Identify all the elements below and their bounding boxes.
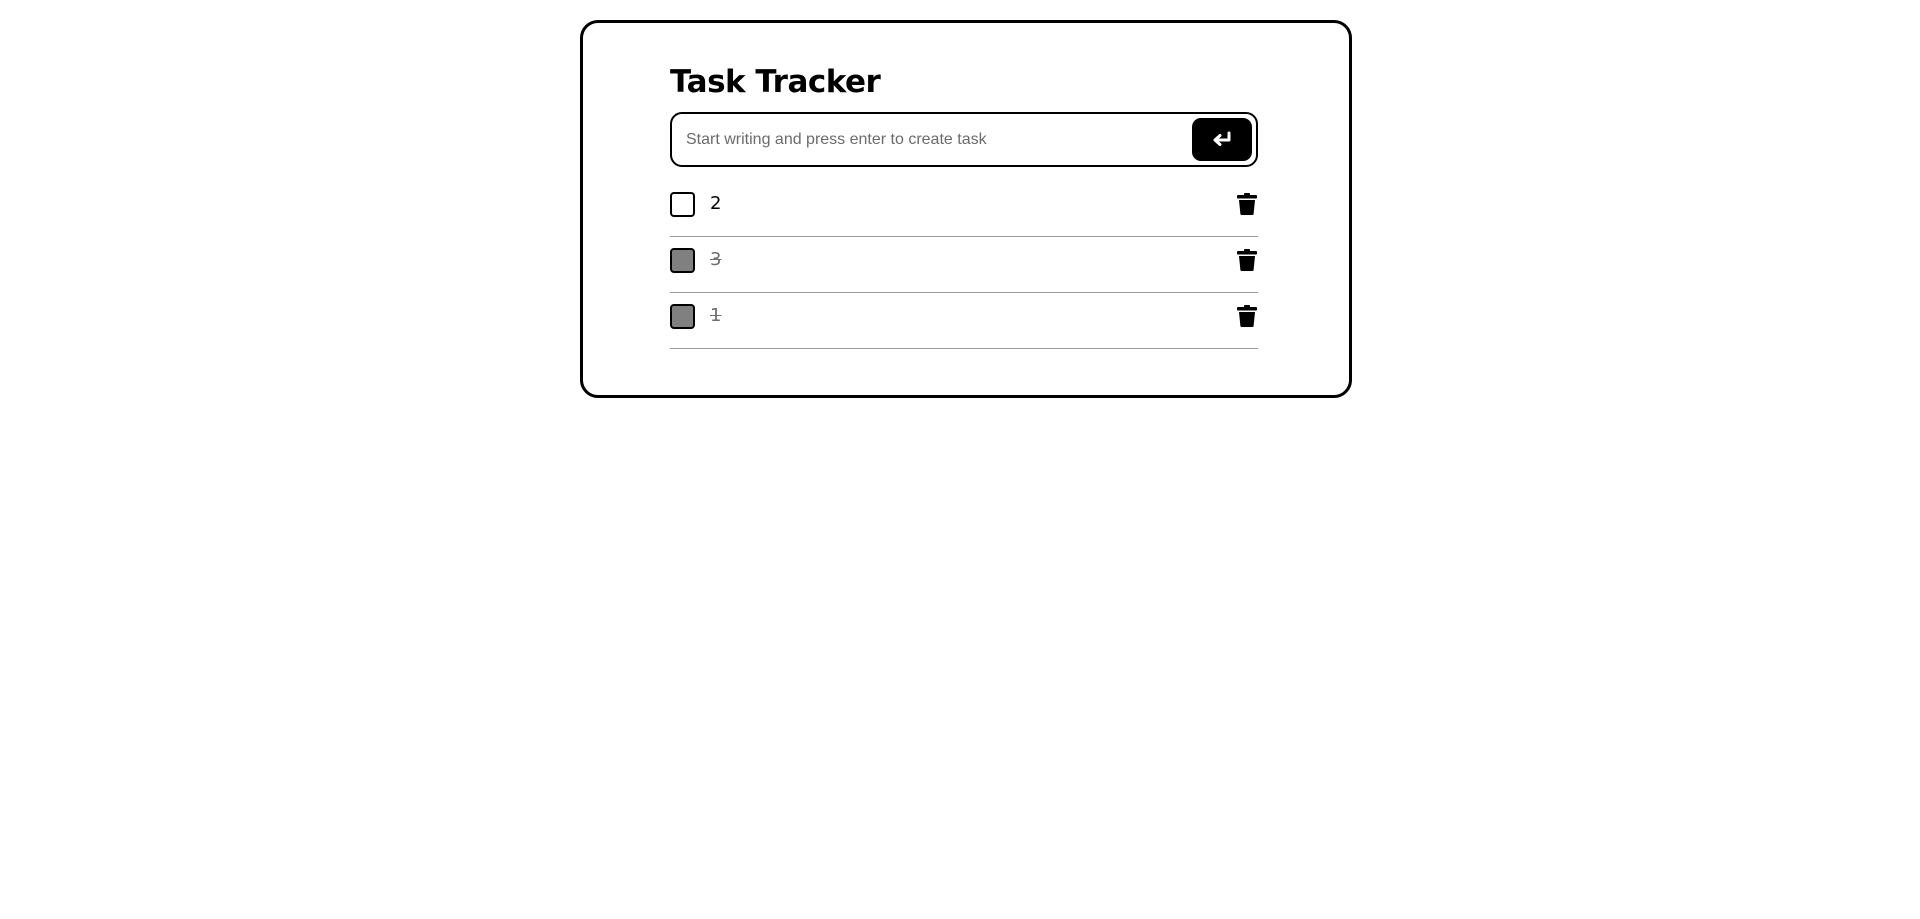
page-title: Task Tracker (670, 64, 881, 100)
new-task-form (670, 112, 1258, 167)
task-list: 2 3 1 (670, 182, 1258, 350)
delete-task-button[interactable] (1236, 304, 1258, 328)
enter-icon (1213, 131, 1231, 146)
task-checkbox[interactable] (670, 304, 695, 329)
delete-task-button[interactable] (1236, 192, 1258, 216)
trash-icon (1237, 249, 1257, 271)
trash-icon (1237, 305, 1257, 327)
task-tracker-content: Task Tracker 2 3 (670, 62, 1258, 349)
task-text: 1 (710, 305, 722, 326)
delete-task-button[interactable] (1236, 248, 1258, 272)
task-checkbox[interactable] (670, 192, 695, 217)
task-item: 1 (670, 294, 1258, 349)
task-item: 2 (670, 182, 1258, 237)
new-task-input[interactable] (686, 114, 1166, 165)
task-item: 3 (670, 238, 1258, 293)
create-task-button[interactable] (1192, 118, 1252, 161)
trash-icon (1237, 193, 1257, 215)
task-text: 3 (710, 249, 722, 270)
task-checkbox[interactable] (670, 248, 695, 273)
task-text: 2 (710, 193, 722, 214)
